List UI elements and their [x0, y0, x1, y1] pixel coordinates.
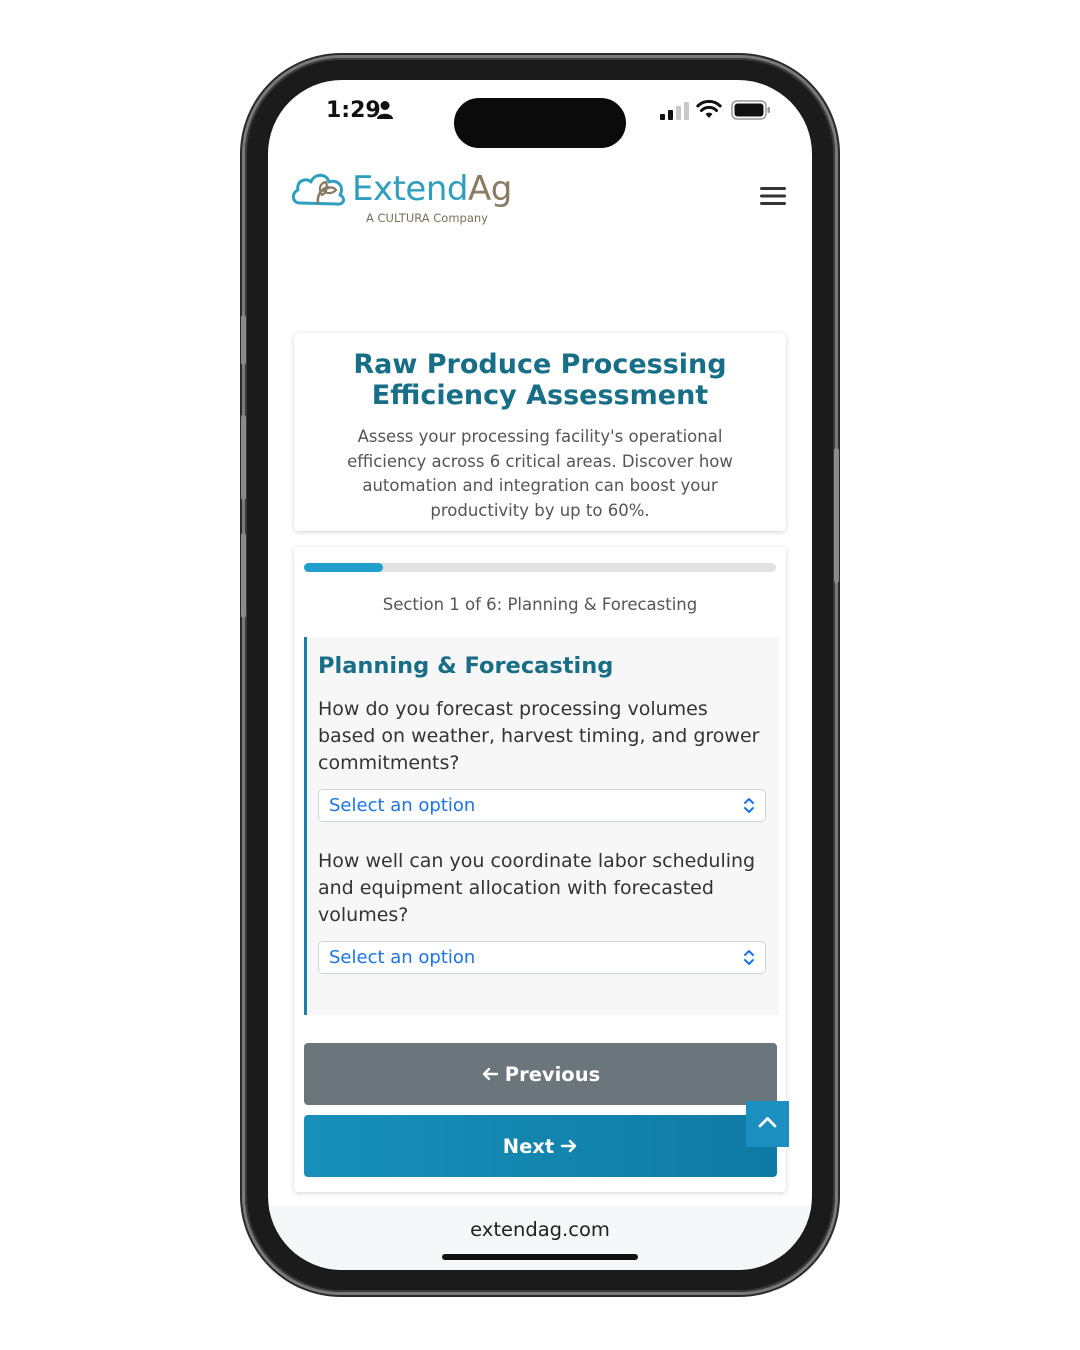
brand-name-ag: Ag [467, 169, 512, 209]
volume-up-button [241, 415, 246, 500]
wifi-icon [696, 99, 722, 118]
chevron-up-icon [758, 1117, 777, 1128]
chevron-up-down-icon [744, 798, 754, 813]
scroll-to-top-button[interactable] [746, 1101, 789, 1147]
status-time: 1:29 [326, 98, 381, 123]
question-1-select-value: Select an option [329, 795, 476, 816]
battery-icon [731, 100, 770, 120]
cloud-leaf-logo-icon [291, 173, 346, 206]
status-bar: 1:29 [268, 80, 812, 148]
dynamic-island [454, 98, 626, 148]
browser-url: extendag.com [470, 1218, 610, 1241]
silent-switch [241, 315, 246, 365]
volume-down-button [241, 533, 246, 618]
assessment-form-card: Section 1 of 6: Planning & Forecasting P… [294, 547, 786, 1192]
extendag-logo[interactable]: ExtendAg A CULTURA Company [290, 165, 530, 227]
progress-bar-fill [304, 563, 383, 572]
home-indicator[interactable] [442, 1254, 638, 1260]
chevron-up-down-icon [744, 950, 754, 965]
browser-address-bar[interactable]: extendag.com [268, 1206, 812, 1270]
section-title: Planning & Forecasting [318, 653, 614, 679]
arrow-left-icon [482, 1067, 498, 1081]
brand-name: ExtendAg [352, 169, 512, 209]
power-button [834, 448, 839, 583]
person-icon [377, 101, 393, 119]
page-title: Raw Produce Processing Efficiency Assess… [353, 349, 727, 411]
cellular-signal-icon [660, 102, 689, 120]
assessment-header-card: Raw Produce Processing Efficiency Assess… [294, 333, 786, 531]
question-2-select-value: Select an option [329, 947, 476, 968]
hamburger-menu-icon[interactable] [760, 186, 786, 206]
question-1-text: How do you forecast processing volumes b… [318, 698, 760, 774]
assessment-description: Assess your processing facility's operat… [347, 427, 733, 520]
question-2-text: How well can you coordinate labor schedu… [318, 850, 756, 926]
question-2-select[interactable]: Select an option [318, 941, 766, 974]
section-progress-label: Section 1 of 6: Planning & Forecasting [382, 595, 698, 614]
brand-name-extend: Extend [352, 169, 468, 209]
progress-bar [304, 563, 776, 572]
brand-tagline: A CULTURA Company [366, 211, 488, 225]
previous-button[interactable]: Previous [304, 1043, 777, 1105]
next-button-label: Next [502, 1134, 555, 1158]
arrow-right-icon [561, 1139, 577, 1153]
previous-button-label: Previous [504, 1062, 601, 1086]
section-panel: Planning & Forecasting How do you foreca… [304, 637, 779, 1015]
phone-screen: 1:29 ExtendAg A CULTURA Company Raw Prod… [268, 80, 812, 1270]
next-button[interactable]: Next [304, 1115, 777, 1177]
question-1-select[interactable]: Select an option [318, 789, 766, 822]
